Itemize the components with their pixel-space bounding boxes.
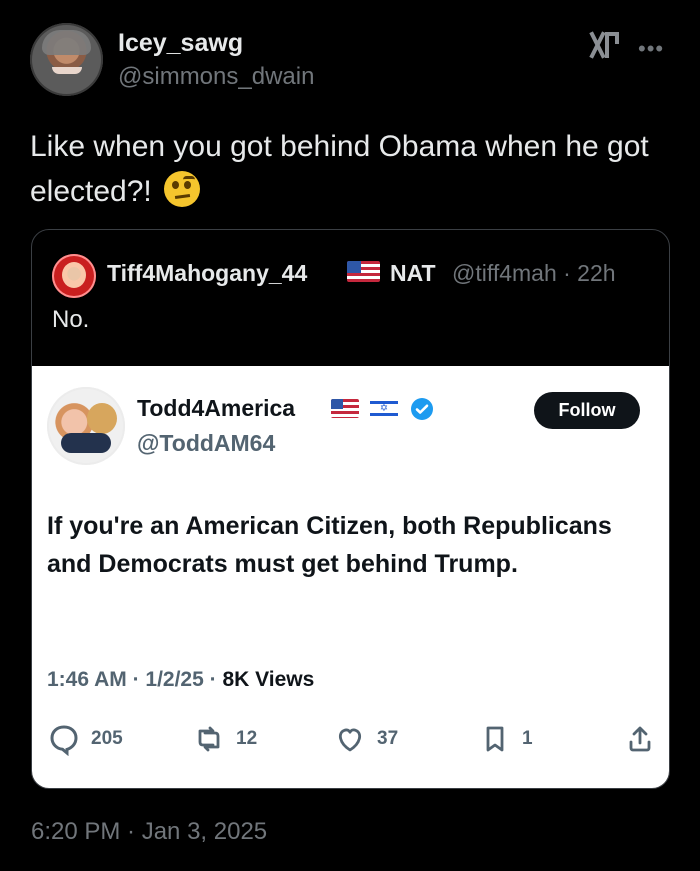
embedded-post-views: 8K Views — [222, 668, 315, 691]
follow-button[interactable]: Follow — [534, 392, 640, 429]
more-horizontal-icon[interactable]: ••• — [638, 36, 664, 62]
embedded-author-avatar — [47, 387, 125, 465]
bookmark-count: 1 — [522, 728, 533, 749]
raised-eyebrow-icon — [164, 171, 201, 207]
us-flag-icon — [331, 399, 359, 418]
quoted-post-header: Tiff4Mahogany_44 NAT @tiff4mah · 22h No. — [32, 230, 669, 366]
tweet-body: Like when you got behind Obama when he g… — [30, 130, 649, 208]
bookmark-button[interactable]: 1 — [478, 722, 533, 756]
embedded-post-actions: 205 12 37 1 — [47, 722, 652, 756]
reply-icon — [50, 725, 78, 756]
repost-button[interactable]: 12 — [192, 722, 257, 756]
share-icon — [629, 726, 651, 752]
embedded-screenshot[interactable]: Todd4America ✡ @ToddAM64 Follow If you'r… — [32, 366, 669, 788]
quoted-author-name[interactable]: Tiff4Mahogany_44 — [107, 260, 307, 287]
author-avatar[interactable] — [30, 23, 103, 96]
grok-icon[interactable] — [586, 26, 624, 64]
quoted-post-card[interactable]: Tiff4Mahogany_44 NAT @tiff4mah · 22h No.… — [31, 229, 670, 789]
quoted-post-text: No. — [52, 306, 90, 333]
reply-button[interactable]: 205 — [47, 722, 123, 756]
embedded-author-handle: @ToddAM64 — [137, 430, 276, 456]
us-flag-icon — [347, 261, 380, 282]
tweet-text: Like when you got behind Obama when he g… — [30, 124, 670, 214]
like-button[interactable]: 37 — [333, 722, 398, 756]
author-display-name[interactable]: Icey_sawg — [118, 29, 243, 58]
quoted-author-nat-text: NAT — [390, 260, 436, 286]
verified-badge-icon — [411, 398, 433, 420]
embedded-post-meta: 1:46 AM · 1/2/25 · 8K Views — [47, 668, 314, 692]
quoted-author-avatar[interactable] — [52, 254, 96, 298]
share-button[interactable] — [623, 722, 657, 756]
quoted-author-handle-time[interactable]: @tiff4mah · 22h — [452, 260, 616, 287]
repost-count: 12 — [236, 728, 258, 749]
israel-flag-icon: ✡ — [370, 399, 398, 418]
embedded-post-text: If you're an American Citizen, both Repu… — [47, 512, 612, 578]
heart-icon — [338, 728, 362, 752]
repost-icon — [198, 726, 220, 752]
post-timestamp[interactable]: 6:20 PM · Jan 3, 2025 — [31, 818, 267, 846]
reply-count: 205 — [91, 728, 123, 749]
embedded-post-time: 1:46 AM · 1/2/25 · — [47, 668, 223, 691]
author-handle[interactable]: @simmons_dwain — [118, 63, 314, 91]
bookmark-icon — [486, 726, 504, 752]
like-count: 37 — [377, 728, 399, 749]
embedded-author-name: Todd4America — [137, 395, 296, 421]
